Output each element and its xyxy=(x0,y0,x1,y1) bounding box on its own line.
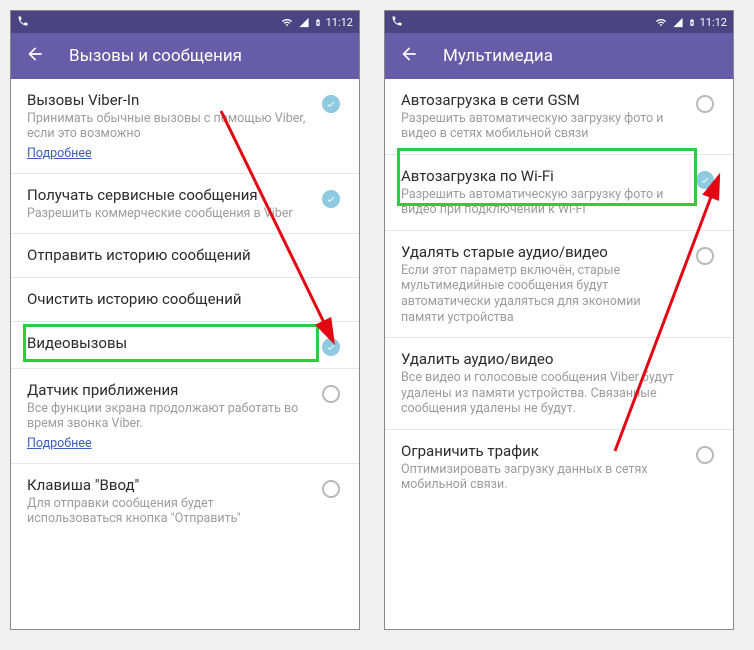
viber-icon xyxy=(17,15,29,30)
item-gsm-autoload[interactable]: Автозагрузка в сети GSM Разрешить автома… xyxy=(385,79,733,155)
checkbox-checked[interactable] xyxy=(322,190,340,208)
battery-icon xyxy=(688,16,696,29)
radio-unchecked[interactable] xyxy=(322,480,340,498)
battery-icon xyxy=(314,16,322,29)
item-delete-media[interactable]: Удалить аудио/видео Все видео и голосовы… xyxy=(385,338,733,430)
page-title: Мультимедиа xyxy=(443,46,553,66)
item-subtitle: Все функции экрана продолжают работать в… xyxy=(27,401,309,432)
item-subtitle: Оптимизировать загрузку данных в сетях м… xyxy=(401,462,683,493)
app-bar: Вызовы и сообщения xyxy=(11,33,359,79)
item-title: Удалять старые аудио/видео xyxy=(401,243,683,262)
item-subtitle: Все видео и голосовые сообщения Viber бу… xyxy=(401,370,717,417)
item-proximity[interactable]: Датчик приближения Все функции экрана пр… xyxy=(11,369,359,464)
radio-unchecked[interactable] xyxy=(696,446,714,464)
viber-icon xyxy=(391,15,403,30)
item-subtitle: Разрешить коммерческие сообщения в Viber xyxy=(27,206,309,222)
item-title: Отправить историю сообщений xyxy=(27,246,343,265)
phone-right: 11:12 Мультимедиа Автозагрузка в сети GS… xyxy=(384,10,734,630)
checkbox-checked[interactable] xyxy=(322,95,340,113)
item-title: Очистить историю сообщений xyxy=(27,290,343,309)
item-title: Вызовы Viber-In xyxy=(27,91,309,110)
wifi-icon xyxy=(280,17,294,28)
app-bar: Мультимедиа xyxy=(385,33,733,79)
item-subtitle: Разрешить автоматическую загрузку фото и… xyxy=(401,111,683,142)
item-title: Удалить аудио/видео xyxy=(401,350,717,369)
back-icon[interactable] xyxy=(399,44,419,68)
item-title: Датчик приближения xyxy=(27,381,309,400)
item-title: Ограничить трафик xyxy=(401,442,683,461)
page-title: Вызовы и сообщения xyxy=(69,46,242,66)
checkbox-checked[interactable] xyxy=(696,171,714,189)
more-link[interactable]: Подробнее xyxy=(27,146,92,161)
item-title: Автозагрузка по Wi-Fi xyxy=(401,167,683,186)
back-icon[interactable] xyxy=(25,44,45,68)
clock-text: 11:12 xyxy=(700,16,727,29)
item-viber-in[interactable]: Вызовы Viber-In Принимать обычные вызовы… xyxy=(11,79,359,174)
phone-left: 11:12 Вызовы и сообщения Вызовы Viber-In… xyxy=(10,10,360,630)
clock-text: 11:12 xyxy=(326,16,353,29)
item-service-messages[interactable]: Получать сервисные сообщения Разрешить к… xyxy=(11,174,359,234)
item-enter-key[interactable]: Клавиша "Ввод" Для отправки сообщения бу… xyxy=(11,464,359,539)
item-delete-old[interactable]: Удалять старые аудио/видео Если этот пар… xyxy=(385,231,733,338)
status-bar: 11:12 xyxy=(11,11,359,33)
radio-unchecked[interactable] xyxy=(322,385,340,403)
settings-list: Вызовы Viber-In Принимать обычные вызовы… xyxy=(11,79,359,539)
more-link[interactable]: Подробнее xyxy=(27,436,92,451)
item-subtitle: Для отправки сообщения будет использоват… xyxy=(27,496,309,527)
item-subtitle: Принимать обычные вызовы с помощью Viber… xyxy=(27,111,309,142)
item-video-calls[interactable]: Видеовызовы xyxy=(11,322,359,369)
item-title: Получать сервисные сообщения xyxy=(27,186,309,205)
signal-icon xyxy=(298,17,310,28)
item-wifi-autoload[interactable]: Автозагрузка по Wi-Fi Разрешить автомати… xyxy=(385,155,733,231)
radio-unchecked[interactable] xyxy=(696,247,714,265)
wifi-icon xyxy=(654,17,668,28)
checkbox-checked[interactable] xyxy=(322,338,340,356)
radio-unchecked[interactable] xyxy=(696,95,714,113)
settings-list: Автозагрузка в сети GSM Разрешить автома… xyxy=(385,79,733,505)
item-limit-traffic[interactable]: Ограничить трафик Оптимизировать загрузк… xyxy=(385,430,733,505)
signal-icon xyxy=(672,17,684,28)
item-subtitle: Если этот параметр включён, старые мульт… xyxy=(401,263,683,326)
item-title: Видеовызовы xyxy=(27,334,309,353)
item-subtitle: Разрешить автоматическую загрузку фото и… xyxy=(401,187,683,218)
item-title: Клавиша "Ввод" xyxy=(27,476,309,495)
item-clear-history[interactable]: Очистить историю сообщений xyxy=(11,278,359,322)
status-bar: 11:12 xyxy=(385,11,733,33)
item-send-history[interactable]: Отправить историю сообщений xyxy=(11,234,359,278)
item-title: Автозагрузка в сети GSM xyxy=(401,91,683,110)
